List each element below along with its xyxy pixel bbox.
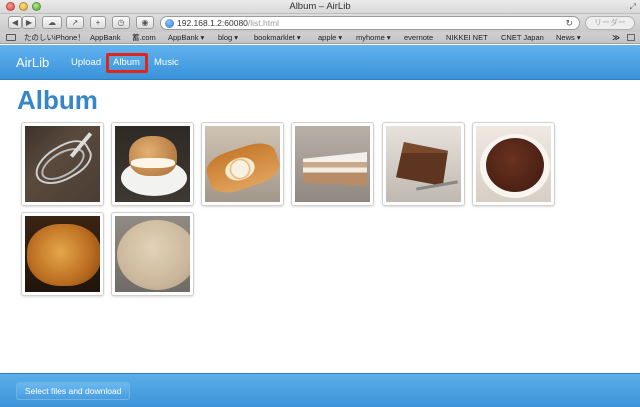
album-thumbnail[interactable]: [21, 122, 104, 206]
photo-whisk: [25, 126, 100, 202]
photo-custard-tart: [25, 216, 100, 292]
bookmark-item[interactable]: myhome ▾: [356, 32, 391, 43]
brand-logo[interactable]: AirLib: [16, 45, 49, 80]
nav-music[interactable]: Music: [154, 45, 179, 80]
reading-list-icon[interactable]: ◉: [136, 16, 154, 29]
icloud-tabs-icon[interactable]: ☁: [42, 16, 62, 29]
photo-chocolate-cake: [476, 126, 551, 202]
add-bookmark-icon[interactable]: +: [90, 16, 106, 29]
bookmark-item[interactable]: apple ▾: [318, 32, 342, 43]
album-thumbnail[interactable]: [472, 122, 555, 206]
forward-button[interactable]: ▶: [22, 16, 36, 29]
window-title: Album – AirLib: [289, 1, 351, 12]
page-title: Album: [17, 85, 98, 115]
reload-icon[interactable]: ↻: [565, 17, 573, 29]
app-navbar: AirLib Upload Album Music: [0, 45, 640, 80]
back-button[interactable]: ◀: [8, 16, 22, 29]
browser-toolbar: ◀ ▶ ☁ ↗ + ◷ ◉ 192.168.1.2:60080/list.htm…: [0, 14, 640, 32]
photo-cream-puff: [115, 126, 190, 202]
bookmark-item[interactable]: bookmarklet ▾: [254, 32, 301, 43]
more-bookmarks-icon[interactable]: ≫: [612, 32, 620, 43]
bookmark-item[interactable]: たのしいiPhone！: [24, 32, 85, 43]
photo-chocolate-cake-slice: [386, 126, 461, 202]
window-titlebar: Album – AirLib ⤢: [0, 0, 640, 14]
bookmarks-bar: たのしいiPhone！ AppBank 蓄.com AppBank ▾ blog…: [0, 32, 640, 44]
bookmark-item[interactable]: AppBank ▾: [168, 32, 204, 43]
fullscreen-icon[interactable]: ⤢: [630, 2, 636, 12]
select-files-download-button[interactable]: Select files and download: [16, 382, 131, 400]
album-thumbnail[interactable]: [111, 122, 194, 206]
book-icon[interactable]: [6, 34, 16, 41]
address-bar[interactable]: 192.168.1.2:60080/list.html ↻: [160, 16, 580, 30]
globe-icon: [165, 19, 174, 28]
address-text: 192.168.1.2:60080/list.html: [177, 18, 280, 28]
album-highlight-box: [106, 53, 148, 73]
share-icon[interactable]: ↗: [66, 16, 84, 29]
bookmark-item[interactable]: NIKKEI NET: [446, 32, 488, 43]
nav-upload[interactable]: Upload: [71, 45, 101, 80]
bookmark-item[interactable]: blog ▾: [218, 32, 238, 43]
bookmark-item[interactable]: News ▾: [556, 32, 581, 43]
top-sites-icon[interactable]: [627, 34, 635, 41]
bookmark-item[interactable]: AppBank: [90, 32, 120, 43]
album-thumbnail[interactable]: [291, 122, 374, 206]
album-thumbnail[interactable]: [21, 212, 104, 296]
bookmark-item[interactable]: evernote: [404, 32, 433, 43]
photo-roll-cake: [205, 126, 280, 202]
footer-bar: Select files and download: [0, 373, 640, 407]
photo-layer-cake: [295, 126, 370, 202]
album-thumbnail[interactable]: [111, 212, 194, 296]
photo-pudding: [115, 216, 190, 292]
bookmark-item[interactable]: CNET Japan: [501, 32, 544, 43]
reader-button[interactable]: リーダー: [585, 16, 635, 30]
history-icon[interactable]: ◷: [112, 16, 130, 29]
bookmark-item[interactable]: 蓄.com: [132, 32, 156, 43]
album-thumbnail[interactable]: [382, 122, 465, 206]
album-thumbnail[interactable]: [201, 122, 284, 206]
